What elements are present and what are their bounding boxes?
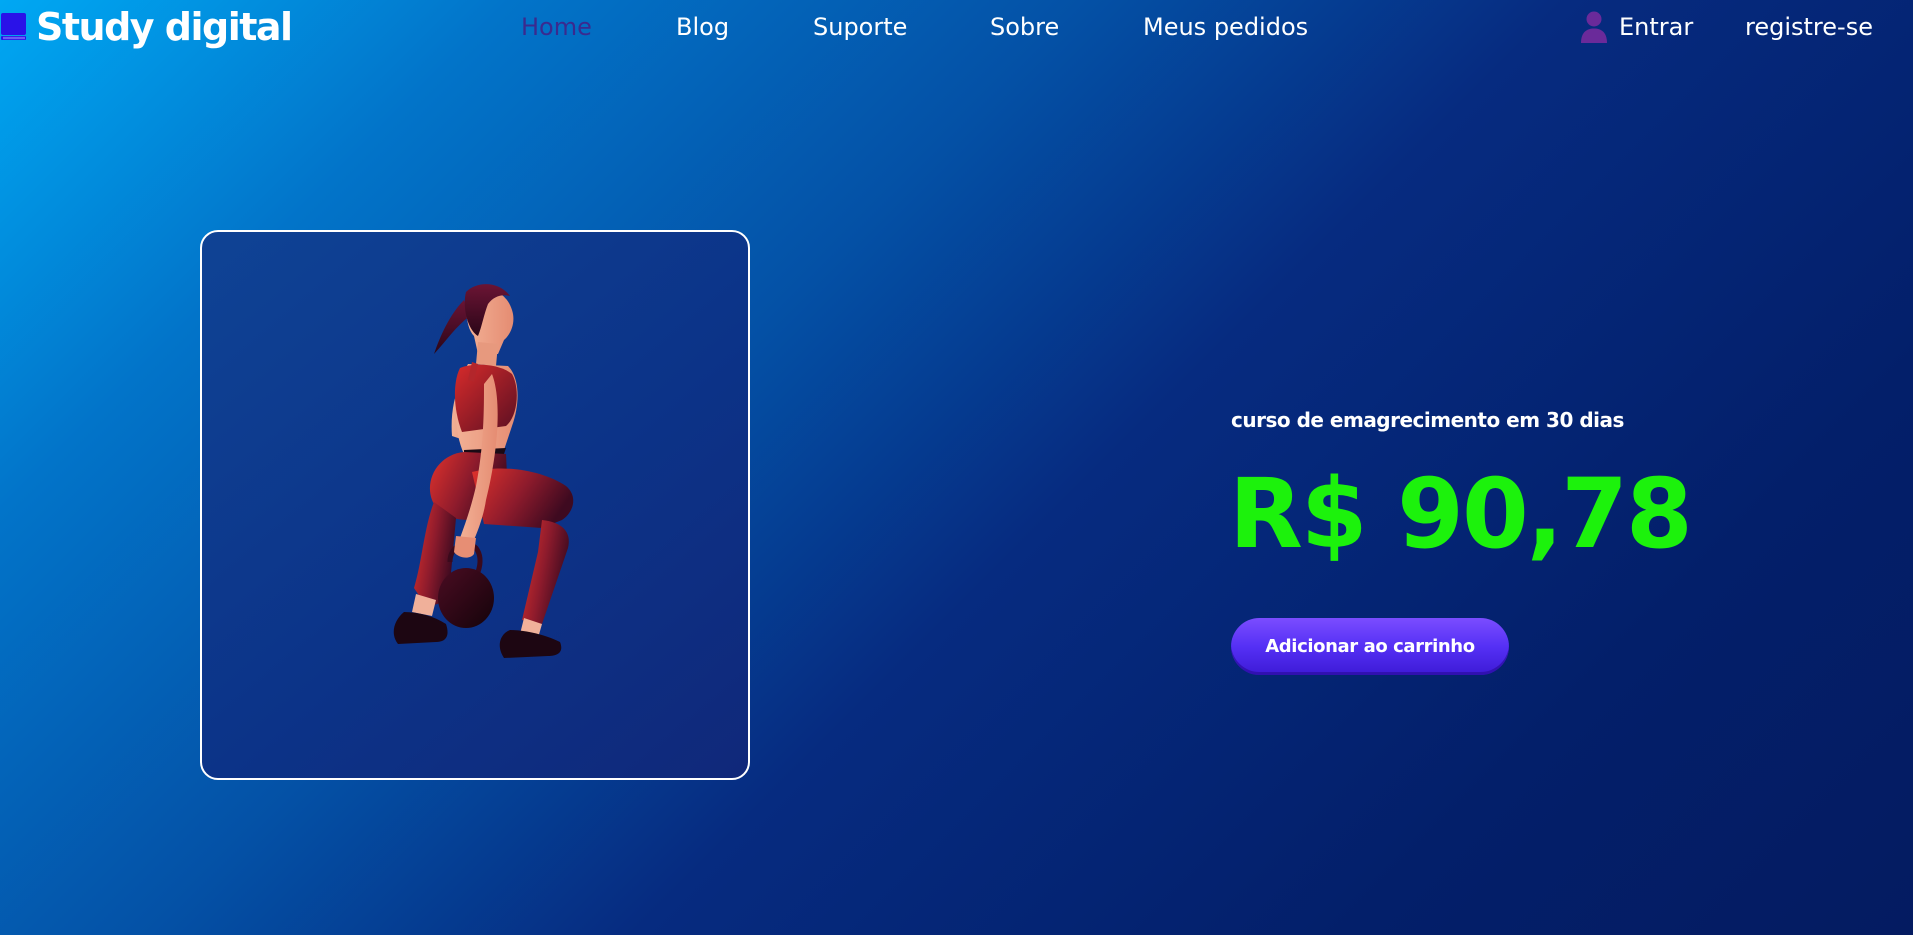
login-link[interactable]: Entrar (1578, 8, 1693, 46)
nav-meus-pedidos[interactable]: Meus pedidos (1143, 12, 1308, 42)
nav-suporte[interactable]: Suporte (813, 12, 907, 42)
brand-logo[interactable]: Study digital (0, 5, 293, 49)
product-price: R$ 90,78 (1229, 458, 1693, 570)
book-icon (1, 13, 26, 40)
nav-home[interactable]: Home (521, 12, 592, 42)
register-link[interactable]: registre-se (1745, 12, 1873, 42)
nav-sobre[interactable]: Sobre (990, 12, 1059, 42)
user-icon (1581, 11, 1607, 43)
brand-name: Study digital (36, 5, 293, 49)
add-to-cart-button[interactable]: Adicionar ao carrinho (1231, 618, 1509, 675)
kettlebell-squat-woman-illustration (393, 284, 574, 658)
nav-blog[interactable]: Blog (676, 12, 729, 42)
login-label: Entrar (1619, 13, 1694, 41)
product-title: curso de emagrecimento em 30 dias (1231, 408, 1624, 432)
product-image-card (200, 230, 750, 780)
